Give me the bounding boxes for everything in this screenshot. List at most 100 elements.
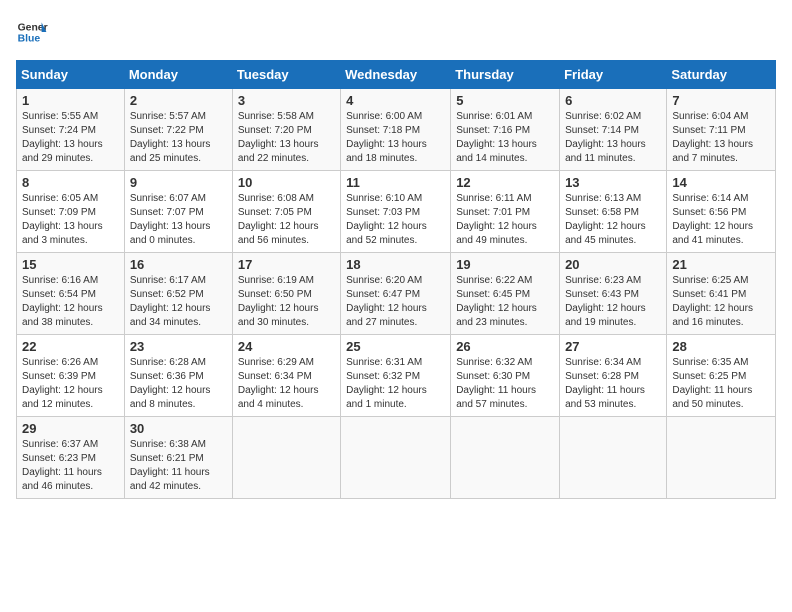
day-cell: [560, 417, 667, 499]
day-number: 29: [22, 421, 119, 436]
header-cell-saturday: Saturday: [667, 61, 776, 89]
day-number: 28: [672, 339, 770, 354]
day-cell: 29 Sunrise: 6:37 AMSunset: 6:23 PMDayligh…: [17, 417, 125, 499]
page-header: General Blue: [16, 16, 776, 48]
day-info: Sunrise: 6:20 AMSunset: 6:47 PMDaylight:…: [346, 274, 445, 330]
day-number: 18: [346, 257, 445, 272]
day-info: Sunrise: 6:28 AMSunset: 6:36 PMDaylight:…: [130, 356, 227, 412]
day-info: Sunrise: 6:32 AMSunset: 6:30 PMDaylight:…: [456, 356, 554, 412]
day-cell: 12Sunrise: 6:11 AMSunset: 7:01 PMDayligh…: [451, 171, 560, 253]
day-number: 14: [672, 175, 770, 190]
day-info: Sunrise: 5:57 AMSunset: 7:22 PMDaylight:…: [130, 110, 227, 166]
day-cell: 21 Sunrise: 6:25 AMSunset: 6:41 PMDayligh…: [667, 253, 776, 335]
day-cell: [232, 417, 340, 499]
day-cell: 22 Sunrise: 6:26 AMSunset: 6:39 PMDayligh…: [17, 335, 125, 417]
day-number: 7: [672, 93, 770, 108]
day-cell: 19Sunrise: 6:22 AMSunset: 6:45 PMDayligh…: [451, 253, 560, 335]
day-number: 9: [130, 175, 227, 190]
day-cell: 4Sunrise: 6:00 AMSunset: 7:18 PMDaylight…: [341, 89, 451, 171]
day-info: Sunrise: 6:17 AMSunset: 6:52 PMDaylight:…: [130, 274, 227, 330]
week-row: 29 Sunrise: 6:37 AMSunset: 6:23 PMDayligh…: [17, 417, 776, 499]
week-row: 1 Sunrise: 5:55 AMSunset: 7:24 PMDaylight…: [17, 89, 776, 171]
day-number: 11: [346, 175, 445, 190]
week-row: 15 Sunrise: 6:16 AMSunset: 6:54 PMDayligh…: [17, 253, 776, 335]
day-number: 16: [130, 257, 227, 272]
calendar-table: SundayMondayTuesdayWednesdayThursdayFrid…: [16, 60, 776, 499]
day-number: 24: [238, 339, 335, 354]
day-info: Sunrise: 6:05 AMSunset: 7:09 PMDaylight:…: [22, 192, 119, 248]
day-info: Sunrise: 6:31 AMSunset: 6:32 PMDaylight:…: [346, 356, 445, 412]
header-cell-sunday: Sunday: [17, 61, 125, 89]
day-number: 17: [238, 257, 335, 272]
day-info: Sunrise: 6:14 AMSunset: 6:56 PMDaylight:…: [672, 192, 770, 248]
week-row: 22 Sunrise: 6:26 AMSunset: 6:39 PMDayligh…: [17, 335, 776, 417]
week-row: 8 Sunrise: 6:05 AMSunset: 7:09 PMDaylight…: [17, 171, 776, 253]
day-number: 1: [22, 93, 119, 108]
header-row: SundayMondayTuesdayWednesdayThursdayFrid…: [17, 61, 776, 89]
day-info: Sunrise: 5:58 AMSunset: 7:20 PMDaylight:…: [238, 110, 335, 166]
day-number: 4: [346, 93, 445, 108]
day-cell: 30Sunrise: 6:38 AMSunset: 6:21 PMDayligh…: [124, 417, 232, 499]
day-number: 13: [565, 175, 661, 190]
day-cell: [341, 417, 451, 499]
day-number: 22: [22, 339, 119, 354]
day-cell: 25Sunrise: 6:31 AMSunset: 6:32 PMDayligh…: [341, 335, 451, 417]
day-cell: [667, 417, 776, 499]
day-info: Sunrise: 6:29 AMSunset: 6:34 PMDaylight:…: [238, 356, 335, 412]
day-info: Sunrise: 6:25 AMSunset: 6:41 PMDaylight:…: [672, 274, 770, 330]
day-info: Sunrise: 6:16 AMSunset: 6:54 PMDaylight:…: [22, 274, 119, 330]
day-cell: 28 Sunrise: 6:35 AMSunset: 6:25 PMDayligh…: [667, 335, 776, 417]
day-info: Sunrise: 6:19 AMSunset: 6:50 PMDaylight:…: [238, 274, 335, 330]
day-number: 19: [456, 257, 554, 272]
day-info: Sunrise: 6:08 AMSunset: 7:05 PMDaylight:…: [238, 192, 335, 248]
day-cell: 8 Sunrise: 6:05 AMSunset: 7:09 PMDaylight…: [17, 171, 125, 253]
day-number: 30: [130, 421, 227, 436]
day-cell: 20 Sunrise: 6:23 AMSunset: 6:43 PMDayligh…: [560, 253, 667, 335]
day-info: Sunrise: 6:26 AMSunset: 6:39 PMDaylight:…: [22, 356, 119, 412]
header-cell-monday: Monday: [124, 61, 232, 89]
header-cell-wednesday: Wednesday: [341, 61, 451, 89]
day-cell: 18 Sunrise: 6:20 AMSunset: 6:47 PMDayligh…: [341, 253, 451, 335]
day-cell: 14 Sunrise: 6:14 AMSunset: 6:56 PMDayligh…: [667, 171, 776, 253]
day-info: Sunrise: 6:35 AMSunset: 6:25 PMDaylight:…: [672, 356, 770, 412]
day-cell: 7Sunrise: 6:04 AMSunset: 7:11 PMDaylight…: [667, 89, 776, 171]
day-info: Sunrise: 6:37 AMSunset: 6:23 PMDaylight:…: [22, 438, 119, 494]
header-cell-tuesday: Tuesday: [232, 61, 340, 89]
day-number: 6: [565, 93, 661, 108]
svg-text:Blue: Blue: [18, 34, 41, 45]
day-number: 8: [22, 175, 119, 190]
day-cell: 6 Sunrise: 6:02 AMSunset: 7:14 PMDaylight…: [560, 89, 667, 171]
day-cell: 5 Sunrise: 6:01 AMSunset: 7:16 PMDaylight…: [451, 89, 560, 171]
day-number: 15: [22, 257, 119, 272]
day-number: 21: [672, 257, 770, 272]
day-cell: 16 Sunrise: 6:17 AMSunset: 6:52 PMDayligh…: [124, 253, 232, 335]
day-number: 2: [130, 93, 227, 108]
day-cell: 26 Sunrise: 6:32 AMSunset: 6:30 PMDayligh…: [451, 335, 560, 417]
day-cell: 24 Sunrise: 6:29 AMSunset: 6:34 PMDayligh…: [232, 335, 340, 417]
day-number: 23: [130, 339, 227, 354]
day-cell: [451, 417, 560, 499]
day-cell: 3 Sunrise: 5:58 AMSunset: 7:20 PMDaylight…: [232, 89, 340, 171]
day-info: Sunrise: 6:07 AMSunset: 7:07 PMDaylight:…: [130, 192, 227, 248]
logo-icon: General Blue: [16, 16, 48, 48]
day-info: Sunrise: 6:01 AMSunset: 7:16 PMDaylight:…: [456, 110, 554, 166]
day-cell: 27 Sunrise: 6:34 AMSunset: 6:28 PMDayligh…: [560, 335, 667, 417]
day-cell: 15 Sunrise: 6:16 AMSunset: 6:54 PMDayligh…: [17, 253, 125, 335]
day-info: Sunrise: 6:02 AMSunset: 7:14 PMDaylight:…: [565, 110, 661, 166]
day-number: 26: [456, 339, 554, 354]
day-number: 20: [565, 257, 661, 272]
day-cell: 2 Sunrise: 5:57 AMSunset: 7:22 PMDaylight…: [124, 89, 232, 171]
day-number: 10: [238, 175, 335, 190]
day-cell: 11 Sunrise: 6:10 AMSunset: 7:03 PMDayligh…: [341, 171, 451, 253]
day-info: Sunrise: 6:13 AMSunset: 6:58 PMDaylight:…: [565, 192, 661, 248]
logo: General Blue: [16, 16, 48, 48]
day-info: Sunrise: 6:34 AMSunset: 6:28 PMDaylight:…: [565, 356, 661, 412]
day-cell: 17 Sunrise: 6:19 AMSunset: 6:50 PMDayligh…: [232, 253, 340, 335]
day-info: Sunrise: 6:23 AMSunset: 6:43 PMDaylight:…: [565, 274, 661, 330]
day-number: 5: [456, 93, 554, 108]
day-number: 27: [565, 339, 661, 354]
day-info: Sunrise: 6:10 AMSunset: 7:03 PMDaylight:…: [346, 192, 445, 248]
header-cell-thursday: Thursday: [451, 61, 560, 89]
day-number: 3: [238, 93, 335, 108]
day-info: Sunrise: 5:55 AMSunset: 7:24 PMDaylight:…: [22, 110, 119, 166]
